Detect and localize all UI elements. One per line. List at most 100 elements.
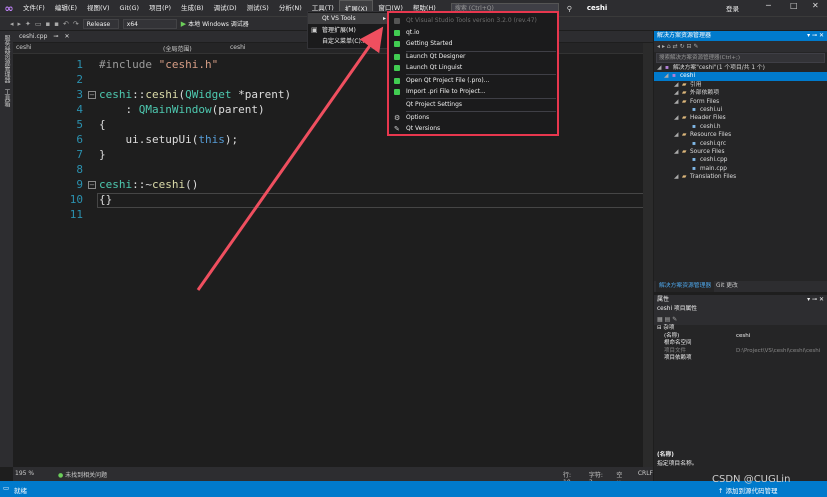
property-row[interactable]: 项目依赖项 (654, 355, 827, 363)
tree-item[interactable]: ▪ ceshi.ui (654, 106, 827, 114)
minimize-icon[interactable]: ─ (766, 1, 771, 10)
tree-item[interactable]: ◢ ▰ Resource Files (654, 131, 827, 139)
expand-toggle-icon[interactable]: ◢ (674, 89, 682, 97)
tab-solution-explorer[interactable]: 解决方案资源管理器 (656, 281, 715, 292)
tab-ceshi-cpp[interactable]: ceshi.cpp ⊸ ✕ (15, 32, 74, 42)
tree-item[interactable]: ◢ ▰ Translation Files (654, 173, 827, 181)
back-icon[interactable]: ◂ (657, 43, 660, 50)
sync-icon[interactable]: ⇄ (673, 43, 678, 50)
add-to-source-control-button[interactable]: ↑ 添加到源代码管理 (718, 485, 778, 495)
wrench-icon[interactable]: ✎ (693, 43, 698, 50)
open-icon[interactable]: ▭ (35, 20, 42, 28)
menu-item-qt-versions[interactable]: ✎ Qt Versions (389, 124, 557, 134)
tree-item[interactable]: ▪ main.cpp (654, 165, 827, 173)
menu-analyze[interactable]: 分析(N) (274, 0, 307, 16)
menu-edit[interactable]: 编辑(E) (50, 0, 82, 16)
zoom-level[interactable]: 195 % (15, 470, 34, 477)
property-row[interactable]: (名称) ceshi (654, 333, 827, 341)
output-icon[interactable]: ▭ (3, 484, 9, 492)
forward-icon[interactable]: ▸ (18, 20, 22, 28)
platform-select[interactable]: x64 (122, 18, 177, 29)
property-section[interactable]: ⊟ 杂项 (654, 325, 827, 333)
menu-view[interactable]: 视图(V) (82, 0, 115, 16)
folder-icon: ▰ (682, 174, 687, 181)
undo-icon[interactable]: ↶ (63, 20, 69, 28)
expand-toggle-icon[interactable]: ◢ (674, 148, 682, 156)
menu-project[interactable]: 项目(P) (144, 0, 176, 16)
menu-item-customize-menu[interactable]: 自定义菜单(C)... (308, 36, 389, 47)
property-pages-icon[interactable]: ✎ (672, 316, 677, 323)
redo-icon[interactable]: ↷ (73, 20, 79, 28)
menu-git[interactable]: Git(G) (115, 0, 145, 16)
menu-item-options[interactable]: ⚙ Options (389, 113, 557, 123)
expand-toggle-icon[interactable]: ◢ (674, 173, 682, 181)
tab-git-changes[interactable]: Git 更改 (716, 281, 738, 292)
maximize-icon[interactable]: □ (790, 1, 798, 10)
save-icon[interactable]: ▪ (46, 20, 51, 28)
configuration-select[interactable]: Release (82, 18, 119, 29)
menu-item-qt-vs-tools[interactable]: Qt VS Tools ▸ (308, 13, 389, 24)
project-scope-dropdown[interactable]: ceshi (16, 44, 32, 51)
fold-toggle-icon[interactable]: − (88, 181, 96, 189)
solution-explorer-toolbar: ◂ ▸ ⌂ ⇄ ↻ ⊟ ✎ (654, 41, 827, 52)
tree-item[interactable]: ▪ ceshi.cpp (654, 156, 827, 164)
member-scope-dropdown[interactable]: ceshi (230, 44, 246, 51)
menu-item-getting-started[interactable]: Getting Started (389, 39, 557, 49)
categorized-icon[interactable]: ▦ (657, 316, 663, 323)
menu-item-qt-io[interactable]: qt.io (389, 28, 557, 38)
tree-item[interactable]: ◢ ▰ Header Files (654, 114, 827, 122)
save-all-icon[interactable]: ▪ (54, 20, 59, 28)
tree-item[interactable]: ◢ ▰ 引用 (654, 81, 827, 89)
tree-item[interactable]: ◢ ▪ 解决方案"ceshi"(1 个项目/共 1 个) (654, 64, 827, 72)
expand-toggle-icon[interactable]: ◢ (657, 64, 665, 72)
menu-debug[interactable]: 调试(D) (209, 0, 242, 16)
close-icon[interactable]: ✕ (812, 1, 819, 10)
tree-item-label: Source Files (690, 148, 725, 155)
expand-toggle-icon[interactable]: ◢ (674, 131, 682, 139)
back-icon[interactable]: ◂ (10, 20, 14, 28)
tree-item[interactable]: ◢ ▰ Source Files (654, 148, 827, 156)
expand-toggle-icon[interactable]: ◢ (664, 72, 672, 80)
search-icon[interactable]: ⚲ (567, 4, 572, 14)
pin-icon[interactable]: ⊸ (53, 32, 58, 42)
menu-item-import-pri-file[interactable]: Import .pri File to Project... (389, 87, 557, 97)
tree-item[interactable]: ▪ ceshi.qrc (654, 140, 827, 148)
issues-indicator[interactable]: ● 未找到相关问题 (58, 470, 107, 479)
menu-item-manage-extensions[interactable]: ▣ 管理扩展(M) (308, 25, 389, 36)
menu-build[interactable]: 生成(B) (176, 0, 209, 16)
collapse-icon[interactable]: ⊟ (687, 43, 692, 50)
forward-icon[interactable]: ▸ (662, 43, 665, 50)
menu-item-launch-qt-designer[interactable]: Launch Qt Designer (389, 52, 557, 62)
fold-toggle-icon[interactable]: − (88, 91, 96, 99)
menu-item-qt-project-settings[interactable]: Qt Project Settings (389, 100, 557, 110)
expand-toggle-icon[interactable]: ◢ (674, 98, 682, 106)
tree-item[interactable]: ◢ ▰ 外部依赖项 (654, 89, 827, 97)
class-scope-dropdown[interactable]: (全局范围) (163, 44, 192, 53)
solution-search-input[interactable]: 搜索解决方案资源管理器(Ctrl+;) (656, 53, 825, 63)
new-project-icon[interactable]: ✦ (25, 20, 31, 28)
menu-file[interactable]: 文件(F) (18, 0, 50, 16)
tree-item[interactable]: ◢ ▪ ceshi (654, 72, 827, 81)
property-row[interactable]: 根命名空间 (654, 340, 827, 348)
alphabetical-icon[interactable]: ▤ (665, 316, 671, 323)
home-icon[interactable]: ⌂ (667, 43, 671, 50)
menu-item-open-qt-project-file[interactable]: Open Qt Project File (.pro)... (389, 76, 557, 86)
line-number: 6 (76, 133, 83, 146)
tree-item[interactable]: ◢ ▰ Form Files (654, 98, 827, 106)
menu-test[interactable]: 测试(S) (242, 0, 274, 16)
login-button[interactable]: 登录 (726, 3, 739, 13)
refresh-icon[interactable]: ↻ (680, 43, 685, 50)
expand-toggle-icon[interactable]: ◢ (674, 114, 682, 122)
menu-item-launch-qt-linguist[interactable]: Launch Qt Linguist (389, 63, 557, 73)
expand-toggle-icon[interactable]: ◢ (674, 81, 682, 89)
panel-pin-icon[interactable]: ▾ ⊸ ✕ (807, 295, 824, 305)
close-tab-icon[interactable]: ✕ (64, 32, 69, 42)
run-debugger-button[interactable]: ▶ 本地 Windows 调试器 (181, 19, 249, 29)
properties-object-selector[interactable]: ceshi 项目属性 (654, 305, 827, 314)
editor-vertical-scrollbar[interactable] (643, 43, 653, 467)
panel-pin-icon[interactable]: ▾ ⊸ ✕ (807, 31, 824, 41)
property-row[interactable]: 项目文件 D:\Project\VS\ceshi\ceshi\ceshi (654, 348, 827, 356)
toolbox-tab[interactable]: 工具箱 (2, 89, 11, 107)
tree-item[interactable]: ▪ ceshi.h (654, 123, 827, 131)
server-explorer-tab[interactable]: 服务器资源管理器 (2, 35, 11, 83)
